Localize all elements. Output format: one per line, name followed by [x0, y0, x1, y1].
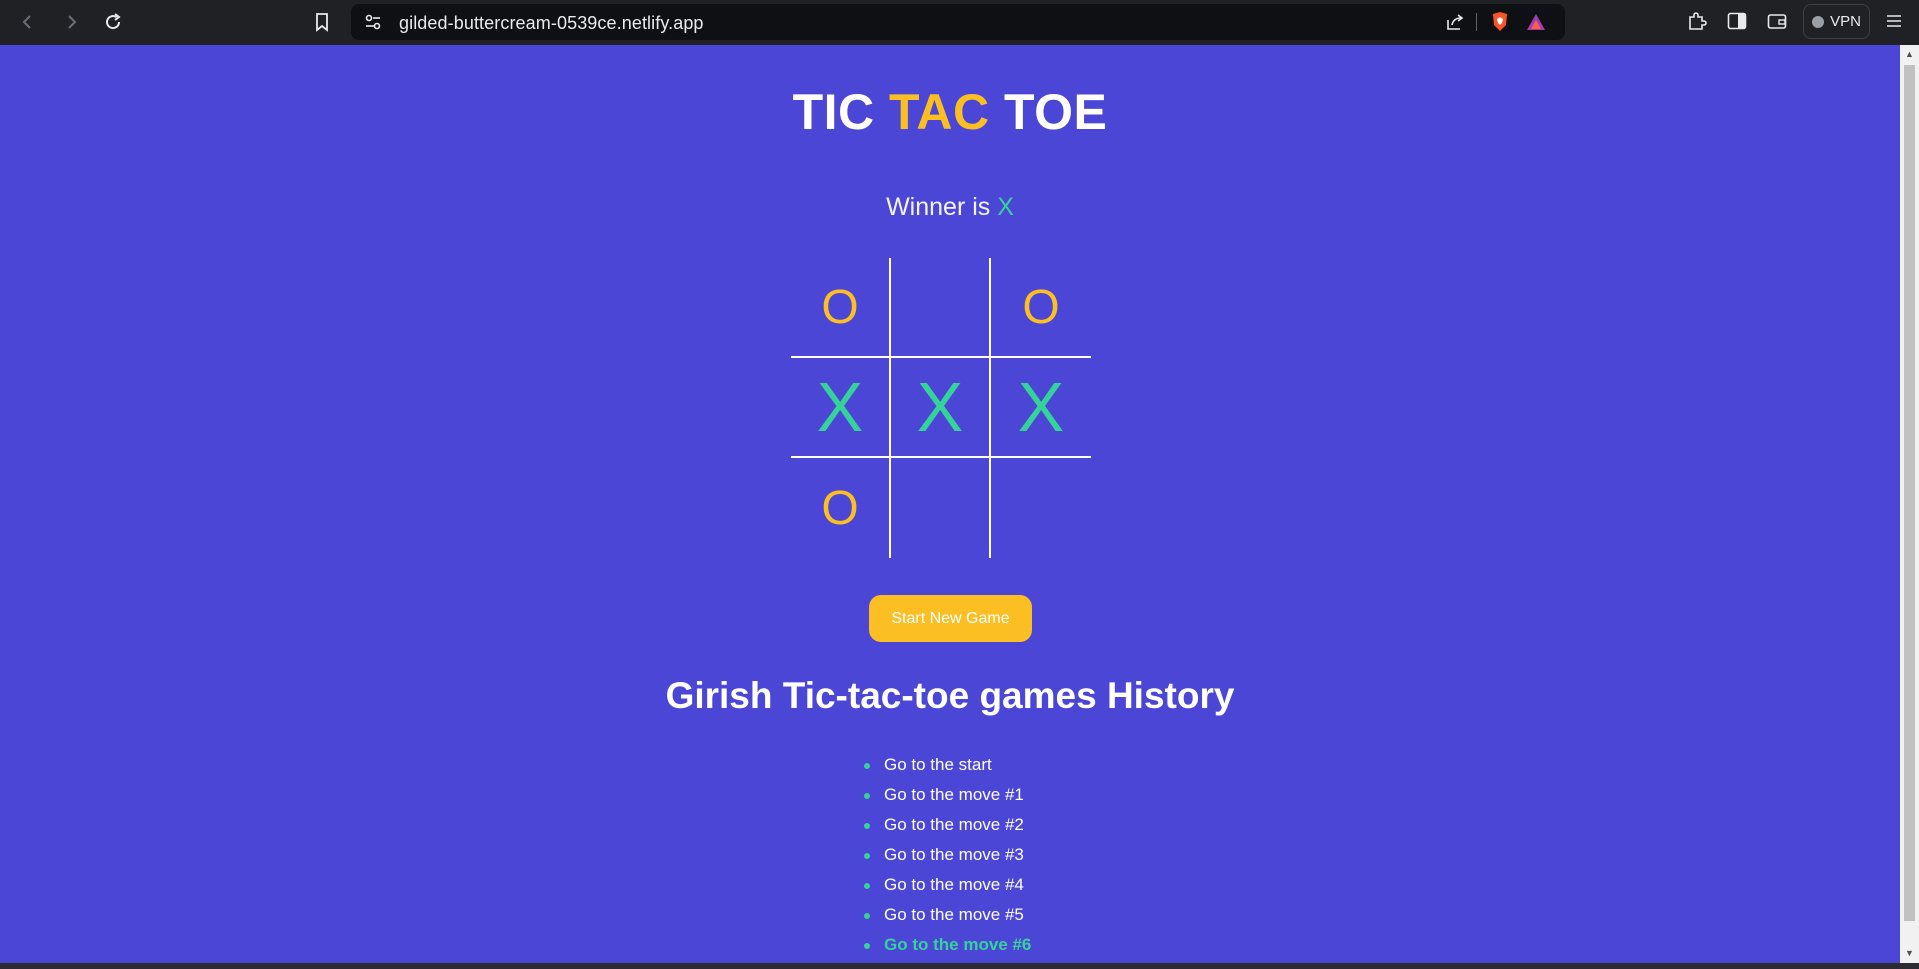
scroll-down-icon[interactable]: ▼	[1904, 948, 1915, 959]
site-settings-icon[interactable]	[363, 12, 383, 32]
board-cell-6[interactable]: X	[991, 358, 1091, 458]
scroll-up-icon[interactable]: ▲	[1904, 49, 1915, 60]
history-item[interactable]: Go to the move #3	[862, 845, 1031, 875]
history-item[interactable]: Go to the start	[862, 755, 1031, 785]
share-icon[interactable]	[1444, 11, 1466, 33]
bottom-edge	[0, 963, 1919, 969]
start-new-game-button[interactable]: Start New Game	[869, 595, 1032, 642]
board-cell-8[interactable]	[891, 458, 991, 558]
vpn-label: VPN	[1830, 13, 1861, 30]
separator	[1476, 13, 1477, 31]
url-text[interactable]: gilded-buttercream-0539ce.netlify.app	[399, 13, 704, 34]
vertical-scrollbar[interactable]: ▲ ▼	[1900, 45, 1919, 963]
title-tic: TIC	[792, 84, 875, 140]
game-status: Winner is X	[0, 193, 1900, 222]
page-content: TIC TAC TOE Winner is X O O X X X O Star…	[0, 45, 1900, 963]
wallet-icon[interactable]	[1764, 8, 1790, 34]
board-cell-7[interactable]: O	[791, 458, 891, 558]
history-item[interactable]: Go to the move #6	[862, 935, 1031, 963]
title-tac: TAC	[889, 84, 990, 140]
board-cell-4[interactable]: X	[791, 358, 891, 458]
history-list: Go to the start Go to the move #1 Go to …	[862, 755, 1031, 963]
vpn-button[interactable]: VPN	[1803, 4, 1870, 39]
bookmark-icon[interactable]	[306, 6, 338, 38]
address-bar[interactable]: gilded-buttercream-0539ce.netlify.app	[351, 4, 1565, 40]
vpn-status-icon	[1812, 15, 1825, 28]
back-icon[interactable]	[12, 6, 44, 38]
history-item[interactable]: Go to the move #5	[862, 905, 1031, 935]
board-cell-1[interactable]: O	[791, 258, 891, 358]
menu-icon[interactable]	[1881, 8, 1907, 34]
forward-icon[interactable]	[55, 6, 87, 38]
history-item[interactable]: Go to the move #1	[862, 785, 1031, 815]
winner-symbol: X	[997, 193, 1014, 221]
browser-toolbar: gilded-buttercream-0539ce.netlify.app VP…	[0, 0, 1919, 45]
board-cell-2[interactable]	[891, 258, 991, 358]
extensions-icon[interactable]	[1684, 8, 1710, 34]
brave-rewards-icon[interactable]	[1524, 10, 1548, 34]
game-title: TIC TAC TOE	[0, 83, 1900, 141]
sidebar-icon[interactable]	[1724, 8, 1750, 34]
board-cell-3[interactable]: O	[991, 258, 1091, 358]
reload-icon[interactable]	[97, 6, 129, 38]
history-item[interactable]: Go to the move #4	[862, 875, 1031, 905]
board-cell-5[interactable]: X	[891, 358, 991, 458]
board-cell-9[interactable]	[991, 458, 1091, 558]
history-item[interactable]: Go to the move #2	[862, 815, 1031, 845]
brave-shields-icon[interactable]	[1488, 10, 1512, 34]
scrollbar-thumb[interactable]	[1904, 65, 1915, 921]
status-prefix: Winner is	[886, 193, 991, 221]
history-title: Girish Tic-tac-toe games History	[665, 675, 1235, 716]
game-board: O O X X X O	[791, 258, 1091, 558]
title-toe: TOE	[1004, 84, 1108, 140]
